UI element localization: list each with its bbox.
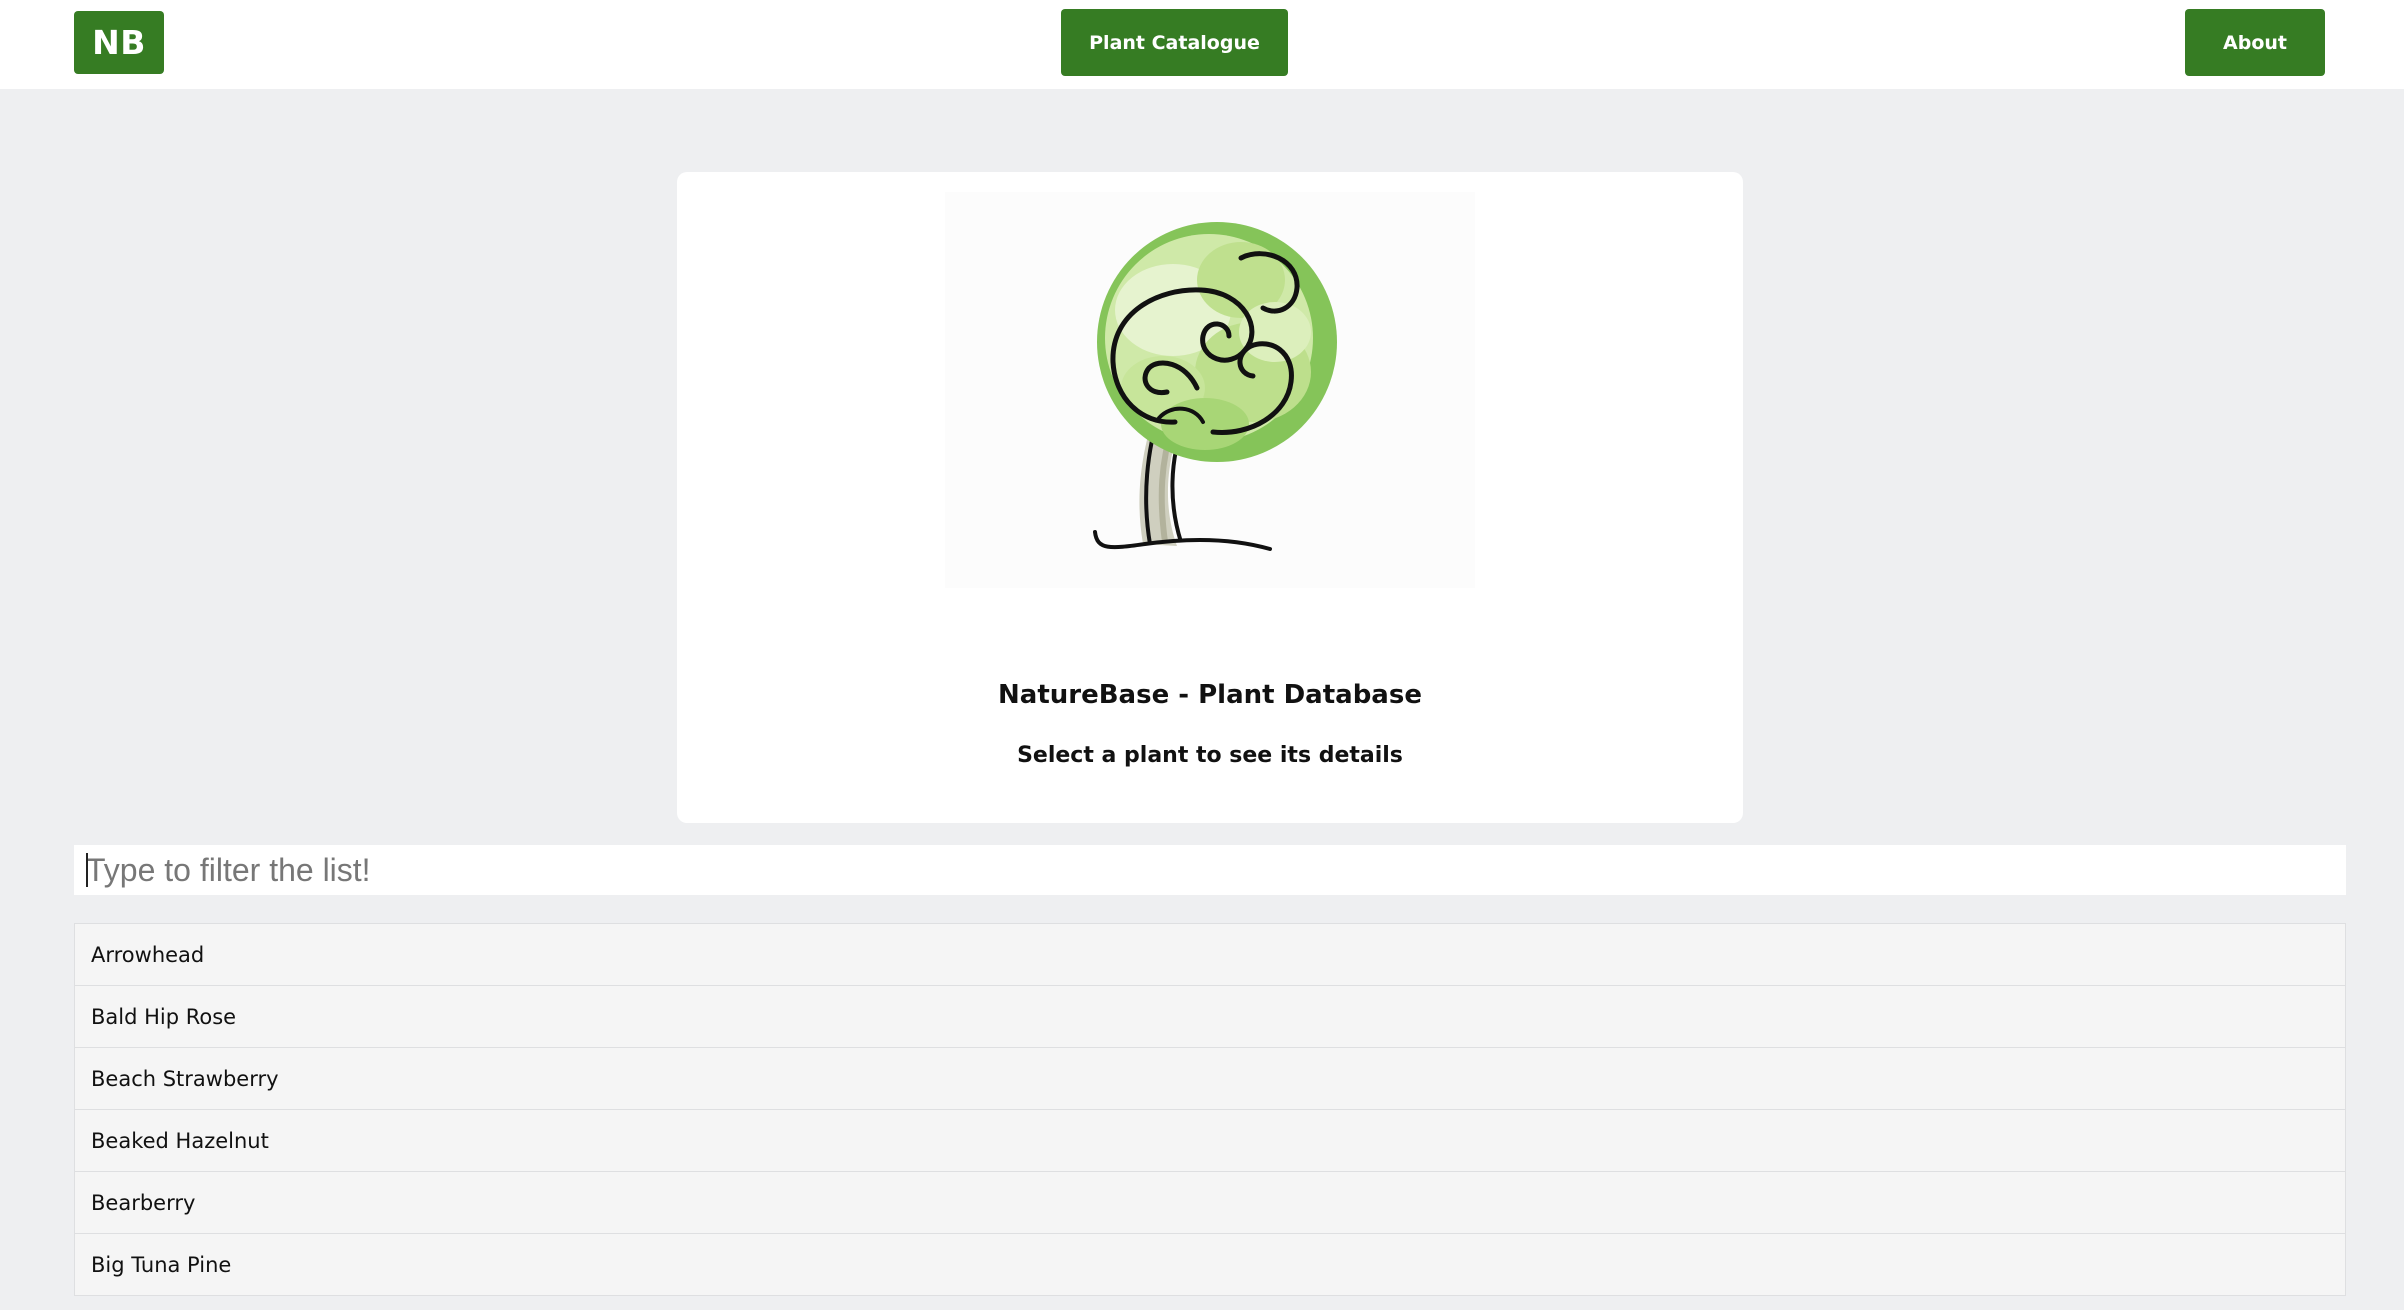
list-item-plant[interactable]: Bald Hip Rose (74, 986, 2346, 1048)
list-item-plant[interactable]: Beaked Hazelnut (74, 1110, 2346, 1172)
text-cursor (86, 853, 88, 887)
list-item-plant[interactable]: Bearberry (74, 1172, 2346, 1234)
tree-illustration-icon (945, 192, 1475, 588)
list-item-plant[interactable]: Arrowhead (74, 924, 2346, 986)
plant-catalogue-button[interactable]: Plant Catalogue (1061, 9, 1288, 76)
logo-home-button[interactable]: NB (74, 11, 164, 74)
list-item-plant[interactable]: Big Tuna Pine (74, 1234, 2346, 1296)
page-subtitle: Select a plant to see its details (1017, 743, 1403, 768)
about-button[interactable]: About (2185, 9, 2325, 76)
filter-input[interactable] (74, 845, 2346, 895)
list-item-plant[interactable]: Beach Strawberry (74, 1048, 2346, 1110)
page-title: NatureBase - Plant Database (998, 680, 1422, 710)
top-navbar: NB Plant Catalogue About (0, 0, 2404, 89)
hero-card: NatureBase - Plant Database Select a pla… (677, 172, 1743, 823)
plant-list: Arrowhead Bald Hip Rose Beach Strawberry… (74, 923, 2346, 1296)
